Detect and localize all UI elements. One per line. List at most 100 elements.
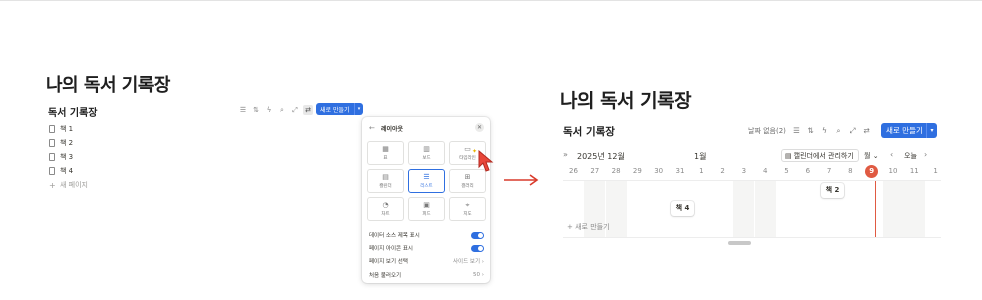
new-button-label: 새로 만들기 [886,126,923,135]
layout-label: 차트 [381,212,390,217]
lightning-icon[interactable]: ϟ [820,126,829,136]
calendar-icon: ▤ [785,151,792,160]
chevron-down-icon: ⌄ [872,152,879,160]
layout-label: 피드 [422,212,431,217]
timeline-card[interactable]: 책 2 [821,183,844,198]
layout-option-calendar[interactable]: ▤ 캘린더 [367,169,404,193]
collapse-sidebar-icon[interactable]: » [563,150,568,159]
card-title: 책 2 [825,186,840,194]
option-value-text: 사이드 보기 [452,259,481,265]
today-line [875,181,876,237]
add-page-button[interactable]: + 새 페이지 [49,178,88,192]
layout-option-table[interactable]: ▦ 표 [367,141,404,165]
list-item[interactable]: 책 1 [49,122,88,136]
timeline-day: 26 [569,167,578,175]
calendar-icon: ▤ [382,173,389,181]
view-unit-label: 월 [864,152,871,160]
list-item[interactable]: 책 2 [49,136,88,150]
layout-label: 캘린더 [379,184,392,189]
chevron-down-icon[interactable]: ▾ [926,123,937,138]
weekend-column [903,181,925,237]
database-title[interactable]: 독서 기록장 [48,104,97,119]
close-icon[interactable]: ✕ [475,123,484,132]
plus-icon: + [49,180,56,190]
add-new-row[interactable]: + 새로 만들기 [567,222,610,232]
option-label: 데이터 소스 제목 표시 [369,233,420,239]
search-icon[interactable]: ⌕ [277,105,287,115]
timeline-day: 27 [590,167,600,175]
new-button-label: 새로 만들기 [320,106,350,114]
transition-arrow-icon [504,174,539,186]
layout-label: 타임라인 [459,156,476,161]
layout-option-list[interactable]: ☰ 리스트 [408,169,445,193]
sort-icon[interactable]: ⇅ [251,105,261,115]
layout-label: 리스트 [420,184,433,189]
plus-icon: + [567,223,576,231]
expand-icon[interactable]: ⤢ [290,105,300,115]
database-title[interactable]: 독서 기록장 [563,124,615,139]
list-item[interactable]: 책 4 [49,164,88,178]
document-icon [49,153,55,161]
timeline-nav: » 2025년 12월 1월 ▤ 캘린더에서 관리하기 월 ⌄ ‹ 오늘 › [563,149,941,163]
back-arrow-icon[interactable]: ← [369,124,375,132]
layout-option-chart[interactable]: ◔ 차트 [367,197,404,221]
timeline-day-header: 26 27 28 29 30 31 1 2 3 4 5 6 7 8 9 10 11 1 [563,164,941,178]
today-marker: 9 [865,165,879,178]
timeline-day: 1 [699,167,704,175]
list-item[interactable]: 책 3 [49,150,88,164]
layout-option-board[interactable]: ▥ 보드 [408,141,445,165]
database-toolbar: ☰ ⇅ ϟ ⌕ ⤢ ⇄ [238,104,313,116]
option-label: 페이지 보기 선택 [369,259,408,265]
lightning-icon[interactable]: ϟ [264,105,274,115]
view-unit-select[interactable]: 월 ⌄ [864,151,879,161]
no-date-button[interactable]: 날짜 없음(2) [748,126,786,136]
timeline-day: 3 [741,167,747,175]
option-initial-load[interactable]: 처음 불러오기 50 › [369,270,484,280]
map-icon: ⌖ [465,201,470,209]
page-title: 나의 독서 기록장 [560,90,692,112]
timeline-card[interactable]: 책 4 [671,201,694,216]
add-new-label: 새로 만들기 [575,223,610,231]
document-icon [49,167,55,175]
timeline-grid: 책 4 책 2 + 새로 만들기 [563,180,941,238]
card-title: 책 4 [675,204,690,212]
option-page-view[interactable]: 페이지 보기 선택 사이드 보기 › [369,256,484,266]
layout-popup: ← 레이아웃 ✕ ▦ 표 ▥ 보드 ▭ 타임라인 ▤ 캘린더 ☰ 리스트 ⊞ 갤러리 ◔ 차트… [362,117,490,283]
layout-option-feed[interactable]: ▣ 피드 [408,197,445,221]
weekend-column [733,181,755,237]
new-button[interactable]: 새로 만들기 ▾ [316,103,363,115]
chevron-right-icon[interactable]: › [924,150,927,159]
settings-sliders-icon[interactable]: ⇄ [862,126,871,136]
toggle-switch[interactable] [471,231,484,239]
option-show-source-title[interactable]: 데이터 소스 제목 표시 [369,230,484,240]
option-value: 사이드 보기 › [453,257,484,265]
list-item-label: 책 1 [60,125,74,133]
timeline-icon: ▭ [464,145,471,153]
month-label-dec: 2025년 12월 [577,152,625,161]
manage-in-calendar-button[interactable]: ▤ 캘린더에서 관리하기 [781,149,859,162]
pointer-cursor-icon [478,150,494,172]
expand-icon[interactable]: ⤢ [848,126,857,136]
chevron-left-icon[interactable]: ‹ [890,150,893,159]
filter-icon[interactable]: ☰ [792,126,801,136]
option-label: 페이지 아이콘 표시 [369,246,413,252]
layout-label: 보드 [422,156,431,161]
today-button[interactable]: 오늘 [904,151,917,161]
timeline-day: 11 [909,167,919,175]
settings-sliders-icon[interactable]: ⇄ [303,105,313,115]
chart-icon: ◔ [382,201,389,209]
page-title: 나의 독서 기록장 [46,75,170,96]
timeline-day-today: 9 [861,164,882,178]
left-screenshot: 나의 독서 기록장 독서 기록장 ☰ ⇅ ϟ ⌕ ⤢ ⇄ 새로 만들기 ▾ 책 … [0,0,500,300]
filter-icon[interactable]: ☰ [238,105,248,115]
chevron-down-icon[interactable]: ▾ [354,103,363,115]
sort-icon[interactable]: ⇅ [806,126,815,136]
list-item-label: 책 3 [60,153,74,161]
chevron-right-icon: › [481,259,484,265]
option-show-page-icon[interactable]: 페이지 아이콘 표시 [369,243,484,253]
new-button[interactable]: 새로 만들기 ▾ [881,123,937,138]
layout-option-map[interactable]: ⌖ 지도 [449,197,486,221]
toggle-switch[interactable] [471,244,484,252]
horizontal-scrollbar[interactable] [728,241,751,245]
search-icon[interactable]: ⌕ [834,126,843,136]
